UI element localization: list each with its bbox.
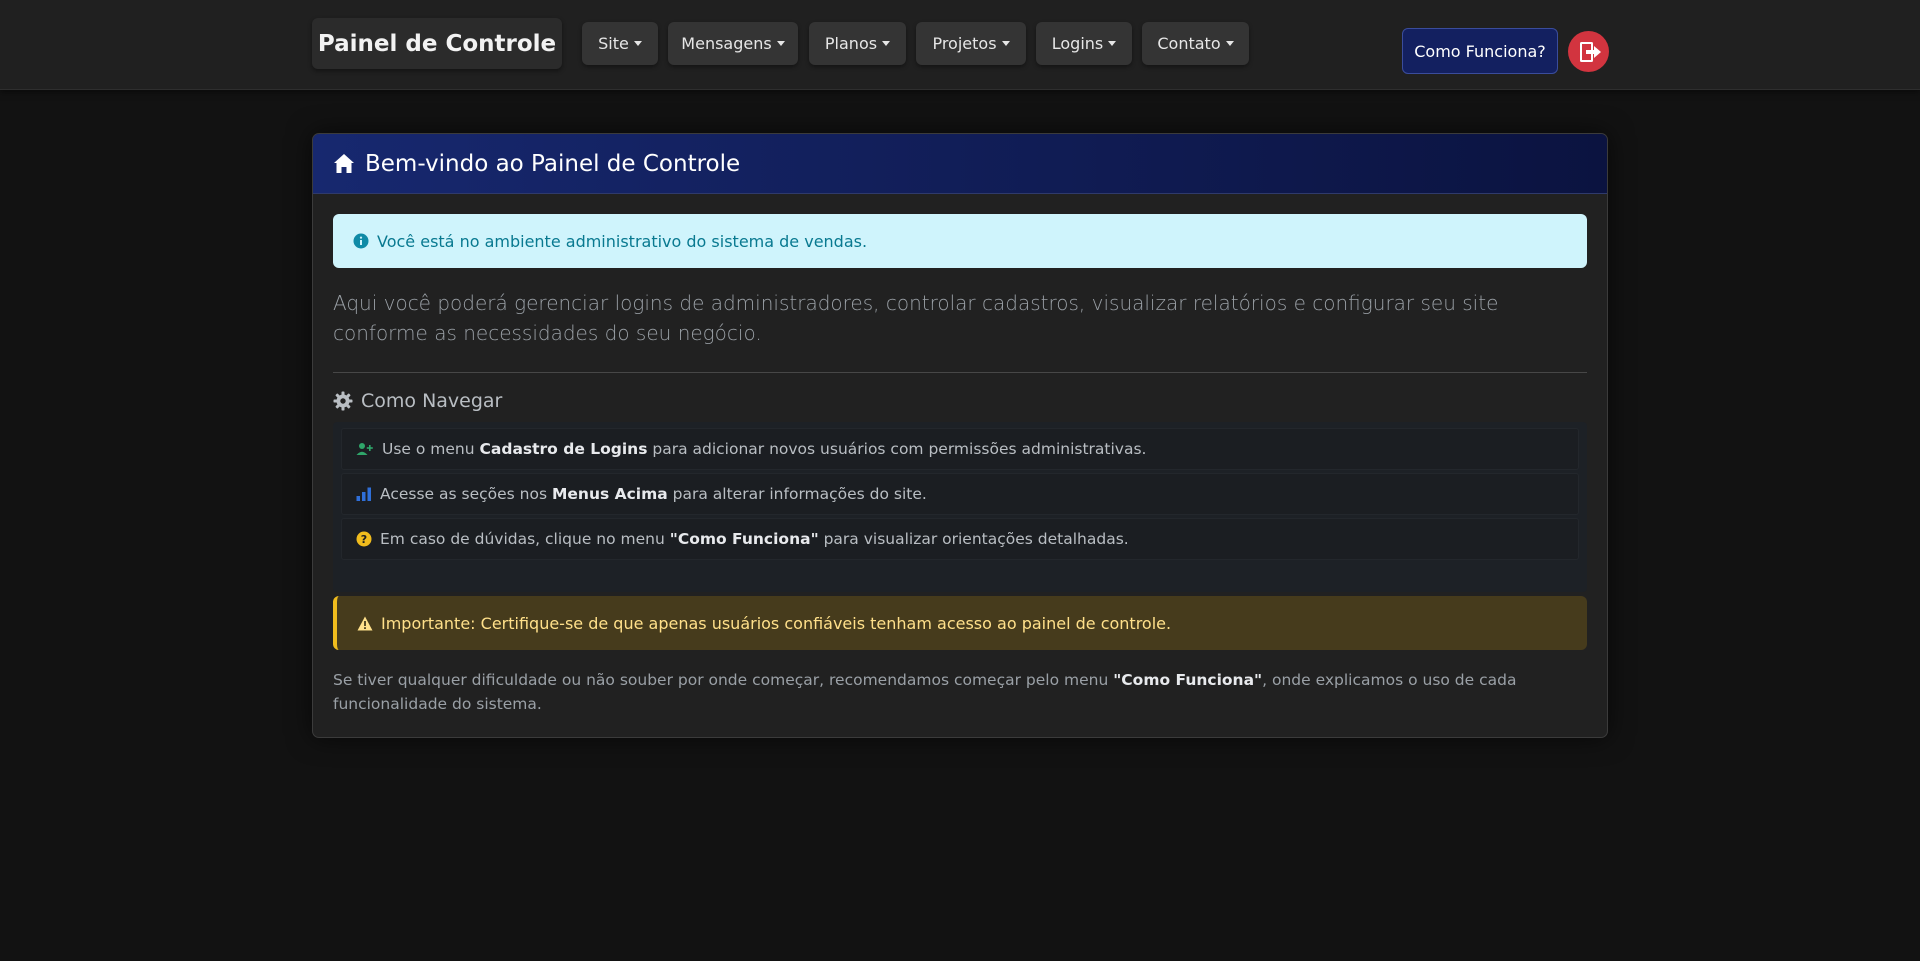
nav-menu-projetos[interactable]: Projetos <box>916 22 1026 65</box>
user-plus-icon <box>356 442 374 456</box>
info-icon <box>353 233 369 249</box>
home-icon <box>333 153 355 175</box>
nav-menu-label: Contato <box>1157 34 1221 53</box>
list-item-text: Use o menu Cadastro de Logins para adici… <box>382 440 1147 458</box>
nav-menu-label: Site <box>598 34 629 53</box>
nav-menu-label: Planos <box>824 34 878 53</box>
brand-title[interactable]: Painel de Controle <box>312 18 562 69</box>
bar-chart-icon <box>356 487 372 501</box>
caret-down-icon <box>882 41 891 46</box>
warning-alert-text: Importante: Certifique-se de que apenas … <box>381 613 1172 633</box>
nav-menu-contato[interactable]: Contato <box>1142 22 1249 65</box>
warning-icon <box>357 616 373 631</box>
card-header: Bem-vindo ao Painel de Controle <box>313 134 1607 194</box>
welcome-card: Bem-vindo ao Painel de Controle Você est… <box>312 133 1608 738</box>
top-navbar: Painel de Controle Site Mensagens Planos… <box>0 0 1920 90</box>
info-alert: Você está no ambiente administrativo do … <box>333 214 1587 268</box>
nav-menu-site[interactable]: Site <box>582 22 658 65</box>
caret-down-icon <box>776 41 785 46</box>
card-title: Bem-vindo ao Painel de Controle <box>365 150 741 177</box>
caret-down-icon <box>1225 41 1234 46</box>
nav-menu-label: Logins <box>1051 34 1104 53</box>
how-it-works-button[interactable]: Como Funciona? <box>1402 28 1558 74</box>
logout-icon <box>1579 41 1601 62</box>
help-footnote: Se tiver qualquer dificuldade ou não sou… <box>333 671 1517 713</box>
gear-icon <box>333 391 353 411</box>
question-icon: ? <box>356 531 372 547</box>
section-heading: Como Navegar <box>333 388 502 414</box>
caret-down-icon <box>1108 41 1117 46</box>
nav-menu-logins[interactable]: Logins <box>1036 22 1132 65</box>
nav-menu-planos[interactable]: Planos <box>809 22 906 65</box>
nav-menu-label: Projetos <box>932 34 997 53</box>
list-item: Use o menu Cadastro de Logins para adici… <box>341 428 1579 470</box>
list-item: Acesse as seções nos Menus Acima para al… <box>341 473 1579 515</box>
list-item-text: Em caso de dúvidas, clique no menu "Como… <box>380 530 1129 548</box>
caret-down-icon <box>633 41 642 46</box>
nav-menu-mensagens[interactable]: Mensagens <box>668 22 798 65</box>
list-item: ? Em caso de dúvidas, clique no menu "Co… <box>341 518 1579 560</box>
warning-alert: Importante: Certifique-se de que apenas … <box>333 596 1587 650</box>
lead-paragraph: Aqui você poderá gerenciar logins de adm… <box>333 291 1499 345</box>
svg-text:?: ? <box>361 533 367 546</box>
navigation-tips-list: Use o menu Cadastro de Logins para adici… <box>333 422 1587 592</box>
nav-menu-label: Mensagens <box>681 34 772 53</box>
section-title: Como Navegar <box>361 390 503 412</box>
info-alert-text: Você está no ambiente administrativo do … <box>377 231 868 251</box>
caret-down-icon <box>1001 41 1010 46</box>
list-item-text: Acesse as seções nos Menus Acima para al… <box>380 485 927 503</box>
divider <box>333 372 1587 373</box>
logout-button[interactable] <box>1568 31 1609 72</box>
